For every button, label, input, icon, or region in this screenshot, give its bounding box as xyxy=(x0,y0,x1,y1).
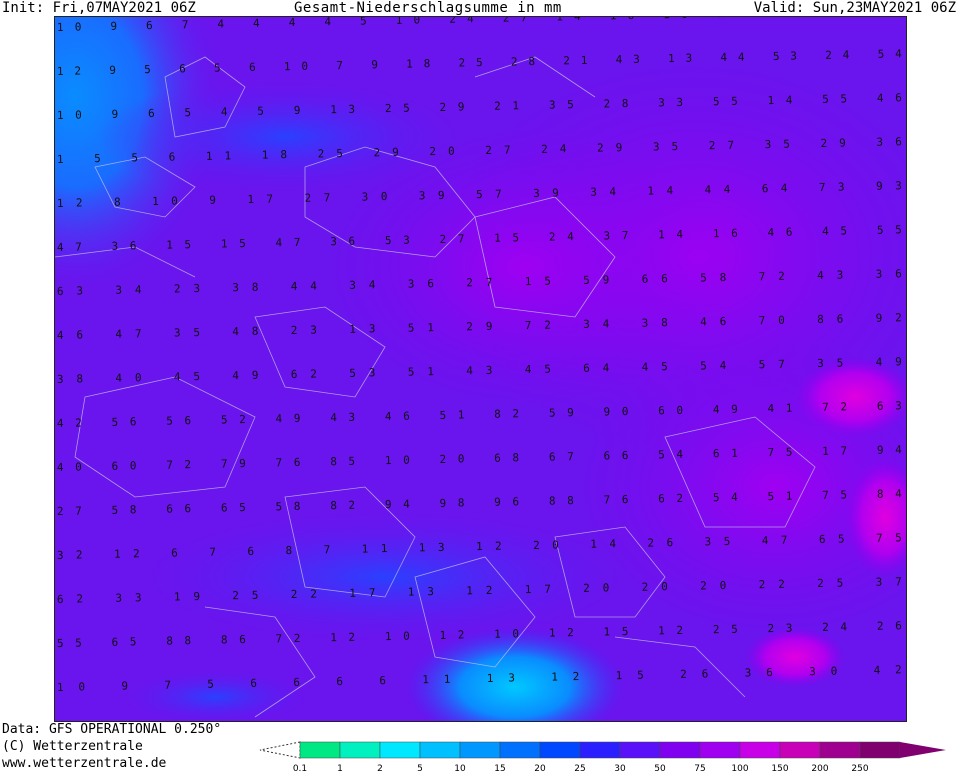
legend-swatch xyxy=(699,741,741,759)
legend-tick-label: 250 xyxy=(851,764,868,774)
legend-swatch xyxy=(459,741,501,759)
legend-swatch xyxy=(659,741,701,759)
magenta-region-southeast xyxy=(745,627,845,687)
precipitation-color-legend: 0.1 1 2 5 10 15 20 25 30 50 75 100 150 200 250 xyxy=(258,740,958,776)
blue-region-north xyxy=(95,77,475,197)
legend-tick-label: 30 xyxy=(614,764,626,774)
website-link[interactable]: www.wetterzentrale.de xyxy=(2,756,166,772)
legend-tick-label: 100 xyxy=(731,764,748,774)
legend-tick-label: 200 xyxy=(811,764,828,774)
legend-swatch xyxy=(739,741,781,759)
legend-tick-label: 50 xyxy=(654,764,666,774)
legend-swatch xyxy=(619,741,661,759)
precipitation-map[interactable]: 10 9 6 7 4 4 4 4 5 10 24 27 14 16 16 17 … xyxy=(54,16,907,722)
legend-tick-label: 1 xyxy=(337,764,343,774)
legend-tick-label: 20 xyxy=(534,764,546,774)
init-time-label: Init: Fri,07MAY2021 06Z xyxy=(2,0,196,16)
legend-upper-arrow xyxy=(900,742,946,758)
legend-swatch xyxy=(379,741,421,759)
legend-swatch xyxy=(539,741,581,759)
precipitation-map-canvas: 10 9 6 7 4 4 4 4 5 10 24 27 14 16 16 17 … xyxy=(55,17,906,721)
legend-tick-label: 2 xyxy=(377,764,383,774)
legend-tick-label: 0.1 xyxy=(293,764,307,774)
legend-swatch xyxy=(299,741,341,759)
legend-swatch xyxy=(859,741,901,759)
legend-tick-label: 15 xyxy=(494,764,505,774)
legend-swatch xyxy=(579,741,621,759)
legend-color-bar: 0.1 1 2 5 10 15 20 25 30 50 75 100 150 200 250 xyxy=(259,741,946,774)
map-title: Gesamt-Niederschlagsumme in mm xyxy=(294,0,562,16)
valid-time-label: Valid: Sun,23MAY2021 06Z xyxy=(753,0,956,16)
legend-swatch xyxy=(499,741,541,759)
legend-lower-arrow xyxy=(259,741,301,759)
legend-tick-label: 10 xyxy=(454,764,466,774)
legend-swatch xyxy=(419,741,461,759)
legend-tick-label: 25 xyxy=(574,764,585,774)
legend-tick-label: 75 xyxy=(694,764,705,774)
legend-tick-label: 5 xyxy=(417,764,423,774)
legend-tick-label: 150 xyxy=(771,764,788,774)
data-source-label: Data: GFS OPERATIONAL 0.250° xyxy=(2,722,222,737)
legend-swatch xyxy=(339,741,381,759)
legend-swatch xyxy=(819,741,861,759)
copyright-label: (C) Wetterzentrale xyxy=(2,739,143,754)
legend-swatch xyxy=(779,741,821,759)
